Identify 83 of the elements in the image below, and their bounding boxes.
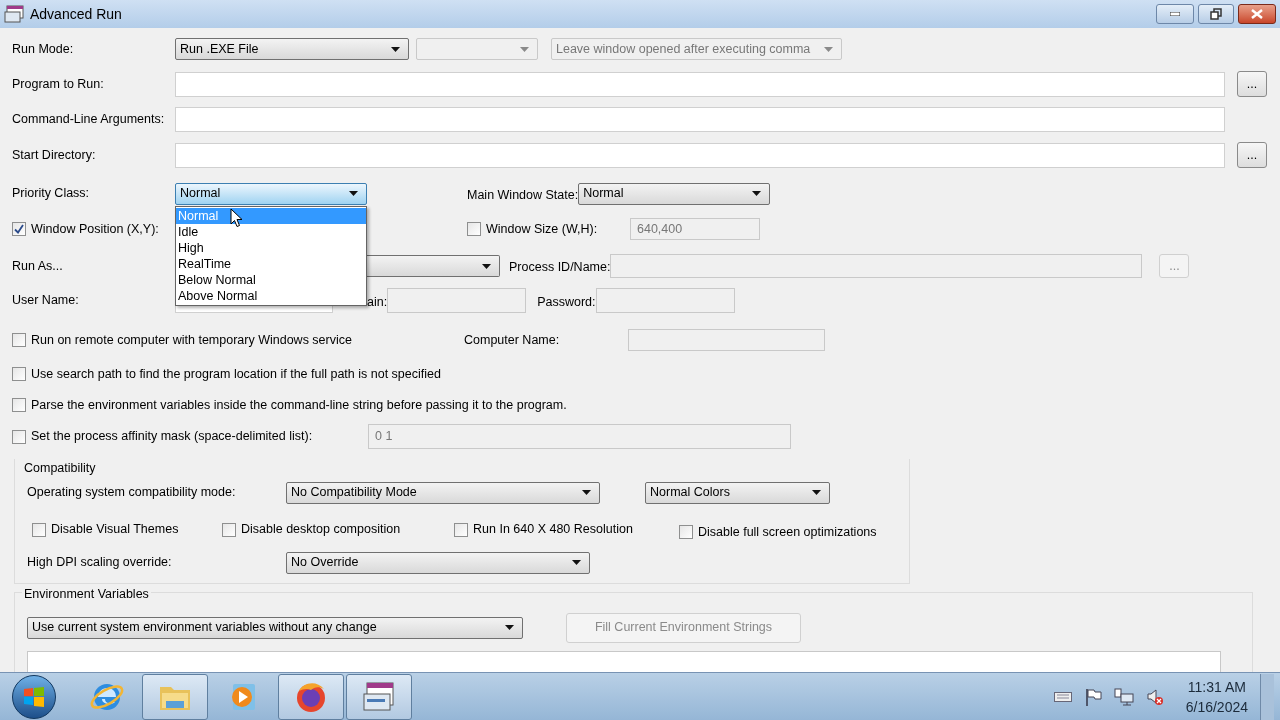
- maximize-button[interactable]: [1198, 4, 1234, 24]
- flag-icon: [1083, 687, 1102, 706]
- dropdown-option[interactable]: Above Normal: [176, 287, 366, 304]
- dropdown-option[interactable]: RealTime: [176, 255, 366, 272]
- checkbox[interactable]: [12, 222, 26, 236]
- checkbox-label: Set the process affinity mask (space-delimited list):: [31, 428, 313, 446]
- muted-speaker-icon: [1145, 687, 1164, 706]
- checkbox[interactable]: [454, 522, 468, 537]
- dropdown[interactable]: Run .EXE File: [175, 38, 409, 60]
- field-label: Program to Run:: [12, 75, 105, 93]
- caret-icon: [824, 46, 833, 52]
- caret-icon: [582, 490, 591, 496]
- minimize-button[interactable]: [1156, 4, 1194, 24]
- dropdown-option[interactable]: Below Normal: [176, 271, 366, 288]
- close-icon: [1251, 9, 1263, 19]
- checkbox[interactable]: [12, 367, 26, 381]
- checkbox[interactable]: [12, 398, 26, 412]
- close-button[interactable]: [1238, 4, 1276, 24]
- checkbox-label: Disable Visual Themes: [51, 521, 179, 539]
- caret-icon: [520, 46, 529, 52]
- check-icon: [14, 224, 24, 234]
- checkbox-label: Window Position (X,Y):: [31, 220, 159, 238]
- dropdown-option[interactable]: High: [176, 239, 366, 256]
- dropdown[interactable]: Normal: [175, 182, 367, 205]
- taskbar-button[interactable]: [346, 673, 412, 720]
- checkbox[interactable]: [679, 525, 693, 540]
- dropdown[interactable]: Use current system environment variables without any change: [27, 616, 523, 639]
- taskbar-button[interactable]: [142, 673, 208, 720]
- input-field[interactable]: [175, 107, 1225, 132]
- dropdown[interactable]: No Override: [286, 551, 590, 574]
- minimize-icon: [1170, 12, 1180, 16]
- caret-icon: [505, 625, 514, 631]
- field-label: Process ID/Name:: [509, 260, 611, 274]
- start-button[interactable]: [12, 674, 56, 719]
- field-label: Operating system compatibility mode:: [27, 484, 237, 502]
- caret-icon: [812, 490, 821, 496]
- input-field[interactable]: [175, 142, 1225, 168]
- dropdown[interactable]: Normal Colors: [645, 481, 830, 504]
- field-label: Command-Line Arguments:: [12, 111, 166, 129]
- field-label: High DPI scaling override:: [27, 554, 173, 572]
- field-label: Start Directory:: [12, 146, 97, 164]
- caret-icon: [349, 191, 358, 196]
- windows-logo-icon: [23, 686, 45, 707]
- checkbox-label: Parse the environment variables inside the command-line string before passing it to the program.: [31, 396, 567, 414]
- dropdown[interactable]: [367, 255, 500, 277]
- dropdown-option[interactable]: Idle: [176, 223, 366, 240]
- checkbox[interactable]: [12, 333, 26, 347]
- checkbox[interactable]: [222, 522, 236, 537]
- group-title: Compatibility: [24, 460, 97, 477]
- checkbox-label: Run In 640 X 480 Resolution: [473, 521, 633, 539]
- taskbar-button[interactable]: [278, 673, 344, 720]
- dropdown[interactable]: Normal: [578, 182, 771, 205]
- field-label: Password:: [537, 294, 596, 309]
- checkbox-label: Window Size (W,H):: [486, 220, 598, 238]
- window-title: Advanced Run: [30, 4, 122, 24]
- field-label: Run Mode:: [12, 40, 75, 58]
- checkbox-label: Use search path to find the program location if the full path is not specified: [31, 365, 441, 383]
- caret-icon: [572, 560, 581, 566]
- app-window-icon: [361, 679, 397, 714]
- browse-button[interactable]: ...: [1237, 142, 1267, 168]
- browse-button[interactable]: ...: [1237, 71, 1267, 97]
- dropdown[interactable]: No Compatibility Mode: [286, 481, 600, 504]
- checkbox-label: Run on remote computer with temporary Windows service: [31, 331, 352, 349]
- caret-icon: [391, 46, 400, 52]
- clock-time: 11:31 AM: [1187, 677, 1246, 697]
- field-label: Computer Name:: [464, 331, 561, 349]
- checkbox-label: Disable full screen optimizations: [698, 523, 877, 541]
- field-label: User Name:: [12, 292, 80, 310]
- caret-icon: [482, 263, 491, 269]
- show-desktop-button[interactable]: [1260, 673, 1274, 720]
- checkbox-label: Disable desktop composition: [241, 521, 401, 539]
- checkbox[interactable]: [32, 522, 46, 537]
- field-label: Run As...: [12, 257, 64, 275]
- keyboard-icon: [1053, 691, 1072, 702]
- app-window-icon: [4, 5, 24, 23]
- clock-date: 6/16/2024: [1185, 697, 1248, 717]
- field-label: Priority Class:: [12, 185, 91, 203]
- restore-icon: [1210, 8, 1222, 20]
- input-field[interactable]: [175, 71, 1225, 97]
- field-label: Main Window State:: [467, 187, 579, 202]
- field-label: ain:: [367, 294, 388, 309]
- network-icon: [1113, 687, 1134, 706]
- caret-icon: [752, 191, 762, 196]
